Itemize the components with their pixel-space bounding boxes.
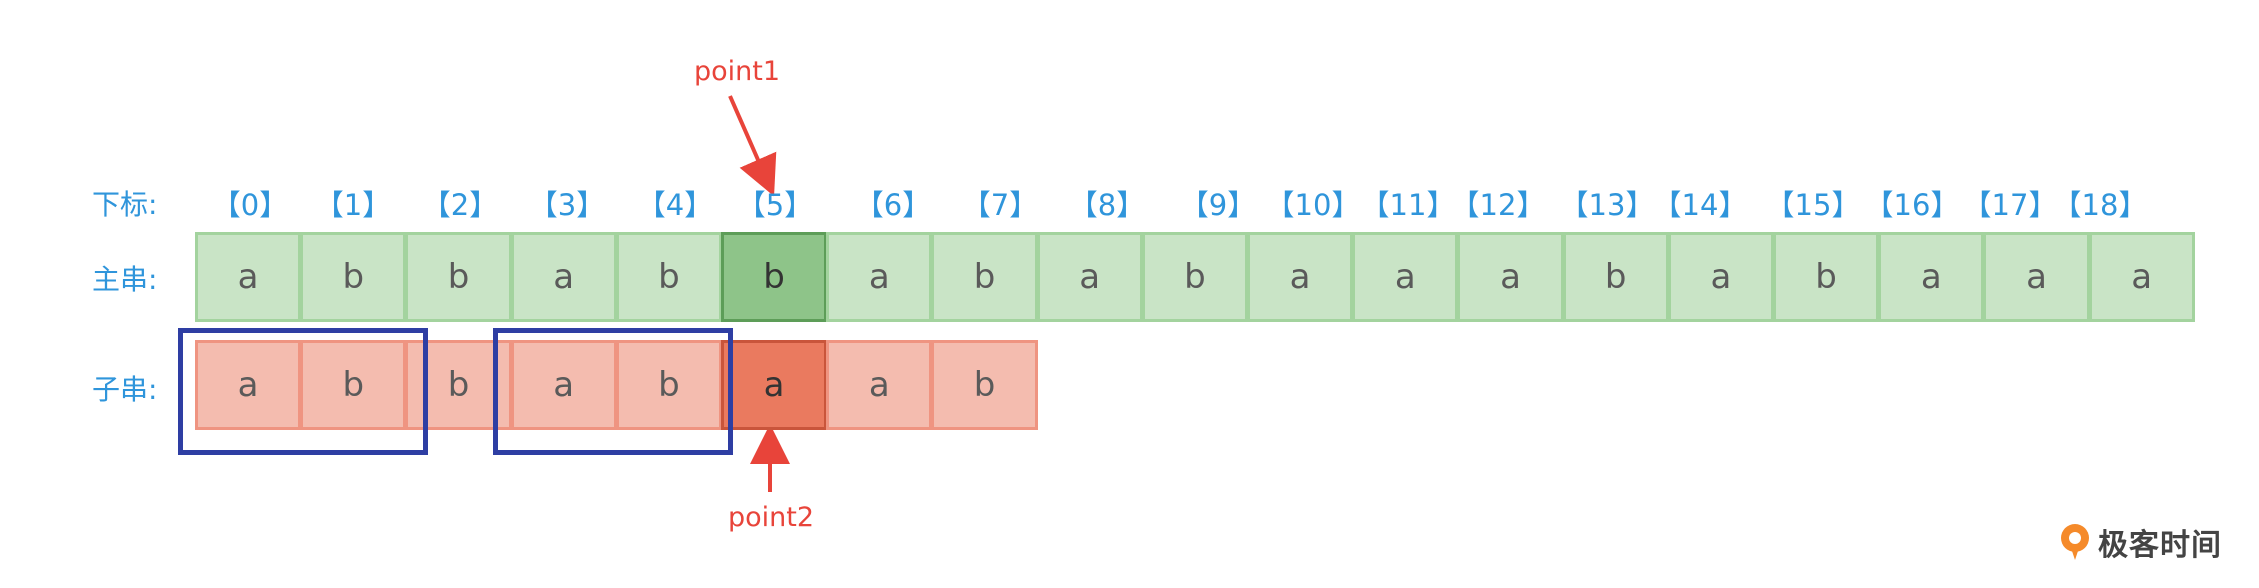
main-cell: b xyxy=(615,232,722,322)
main-cell: a xyxy=(1036,232,1143,322)
point1-arrow xyxy=(728,95,777,197)
index-label: 【18】 xyxy=(2052,188,2148,222)
index-label: 【10】 xyxy=(1265,188,1361,222)
sub-cell-point2: a xyxy=(721,340,828,430)
main-cell: a xyxy=(2088,232,2195,322)
index-label: 【12】 xyxy=(1450,188,1546,222)
main-cell: a xyxy=(1247,232,1354,322)
main-cell: a xyxy=(826,232,933,322)
geektime-logo-icon xyxy=(2061,524,2089,560)
index-label: 【16】 xyxy=(1864,188,1960,222)
main-cell: b xyxy=(1773,232,1880,322)
index-label: 【9】 xyxy=(1179,188,1257,222)
prefix-group-box xyxy=(178,328,428,455)
main-cell-point1: b xyxy=(721,232,828,322)
index-row-label: 下标: xyxy=(92,188,158,221)
index-label: 【3】 xyxy=(528,188,606,222)
index-label: 【1】 xyxy=(314,188,392,222)
sub-row-label: 子串: xyxy=(92,373,158,406)
index-label: 【8】 xyxy=(1068,188,1146,222)
main-cell: b xyxy=(300,232,407,322)
main-cell: b xyxy=(1141,232,1248,322)
main-row-label: 主串: xyxy=(92,263,158,296)
index-label: 【7】 xyxy=(961,188,1039,222)
brand-logo-text: 极客时间 xyxy=(2098,528,2222,563)
index-label: 【14】 xyxy=(1652,188,1748,222)
main-cell: a xyxy=(1983,232,2090,322)
index-label: 【15】 xyxy=(1765,188,1861,222)
index-label: 【4】 xyxy=(636,188,714,222)
index-label: 【6】 xyxy=(854,188,932,222)
main-cell: a xyxy=(1667,232,1774,322)
brand-logo: 极客时间 xyxy=(2058,520,2222,564)
main-cell: b xyxy=(931,232,1038,322)
main-cell: a xyxy=(510,232,617,322)
sub-cell: b xyxy=(931,340,1038,430)
point1-label: point1 xyxy=(694,56,781,87)
main-cell: b xyxy=(1562,232,1669,322)
index-label: 【0】 xyxy=(211,188,289,222)
main-cell: a xyxy=(1878,232,1985,322)
index-label: 【5】 xyxy=(736,188,814,222)
index-label: 【11】 xyxy=(1360,188,1456,222)
sub-cell: a xyxy=(826,340,933,430)
index-label: 【17】 xyxy=(1962,188,2058,222)
point2-label: point2 xyxy=(728,502,815,533)
main-cell: a xyxy=(1457,232,1564,322)
suffix-group-box xyxy=(493,328,733,455)
index-label: 【2】 xyxy=(421,188,499,222)
main-cell: a xyxy=(195,232,302,322)
main-cell: a xyxy=(1352,232,1459,322)
index-label: 【13】 xyxy=(1559,188,1655,222)
main-cell: b xyxy=(405,232,512,322)
